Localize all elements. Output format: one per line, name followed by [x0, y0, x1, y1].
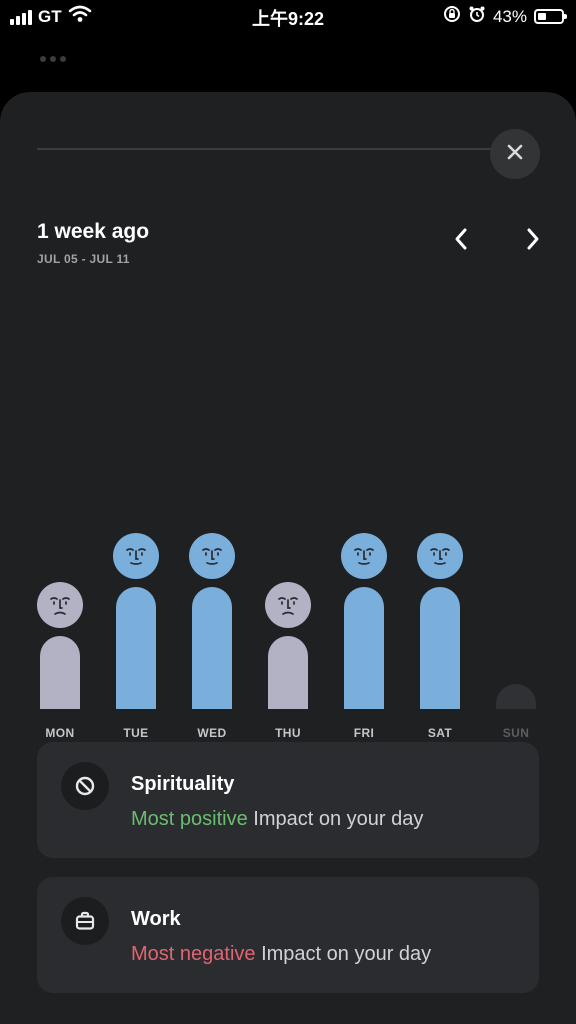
day-label: FRI [353, 726, 375, 740]
content-face-icon [189, 533, 235, 579]
alarm-icon [468, 5, 486, 28]
mood-bar [268, 636, 308, 709]
mood-bar [344, 587, 384, 709]
impact-title: Work [131, 908, 181, 930]
day-label: MON [45, 726, 75, 740]
day-label: TUE [123, 726, 149, 740]
day-column-wed[interactable] [174, 531, 250, 709]
day-column-mon[interactable] [22, 531, 98, 709]
content-face-icon [113, 533, 159, 579]
mood-bar [420, 587, 460, 709]
week-title: 1 week ago [37, 220, 150, 243]
briefcase-icon [61, 897, 109, 945]
content-face-icon [417, 533, 463, 579]
next-week-button[interactable] [518, 226, 548, 256]
spirituality-icon [61, 762, 109, 810]
sad-face-icon [265, 582, 311, 628]
day-label: THU [275, 726, 301, 740]
close-button[interactable] [490, 129, 540, 179]
impact-subtitle: Most positive Impact on your day [131, 808, 423, 831]
impact-rest: Impact on your day [247, 808, 424, 830]
sad-face-icon [37, 582, 83, 628]
impact-highlight: Most negative [131, 943, 256, 965]
chevron-left-icon [453, 227, 469, 256]
mood-bar [40, 636, 80, 709]
chevron-right-icon [525, 227, 541, 256]
impact-highlight: Most positive [131, 808, 248, 830]
week-sheet: 1 week ago JUL 05 - JUL 11 MON TUE WED THU F… [0, 92, 576, 1024]
status-right: 43% [443, 5, 567, 28]
day-label: SAT [427, 726, 453, 740]
week-date-range: JUL 05 - JUL 11 [37, 252, 130, 266]
battery-percent: 43% [492, 6, 527, 26]
mood-bar [192, 587, 232, 709]
rotation-lock-icon [443, 5, 461, 28]
impact-rest: Impact on your day [255, 943, 432, 965]
day-label: WED [197, 726, 227, 740]
progress-track [37, 148, 497, 150]
mood-chart: MON TUE WED THU FRI SAT SUN [0, 432, 576, 740]
day-column-fri[interactable] [326, 531, 402, 709]
impact-title: Spirituality [131, 773, 235, 795]
impact-card-work[interactable]: Work Most negative Impact on your day [37, 877, 539, 993]
battery-icon [534, 9, 567, 24]
content-face-icon [341, 533, 387, 579]
impact-card-spirituality[interactable]: Spirituality Most positive Impact on you… [37, 742, 539, 858]
mood-bar [116, 587, 156, 709]
mood-bar [496, 684, 536, 709]
more-dots [40, 56, 66, 62]
impact-subtitle: Most negative Impact on your day [131, 943, 431, 966]
previous-week-button[interactable] [446, 226, 476, 256]
day-column-tue[interactable] [98, 531, 174, 709]
day-column-thu[interactable] [250, 531, 326, 709]
day-column-sat[interactable] [402, 531, 478, 709]
day-label: SUN [502, 726, 530, 740]
status-bar: GT 上午9:22 43% [0, 0, 576, 34]
close-icon [506, 143, 524, 166]
day-column-sun[interactable] [478, 531, 554, 709]
